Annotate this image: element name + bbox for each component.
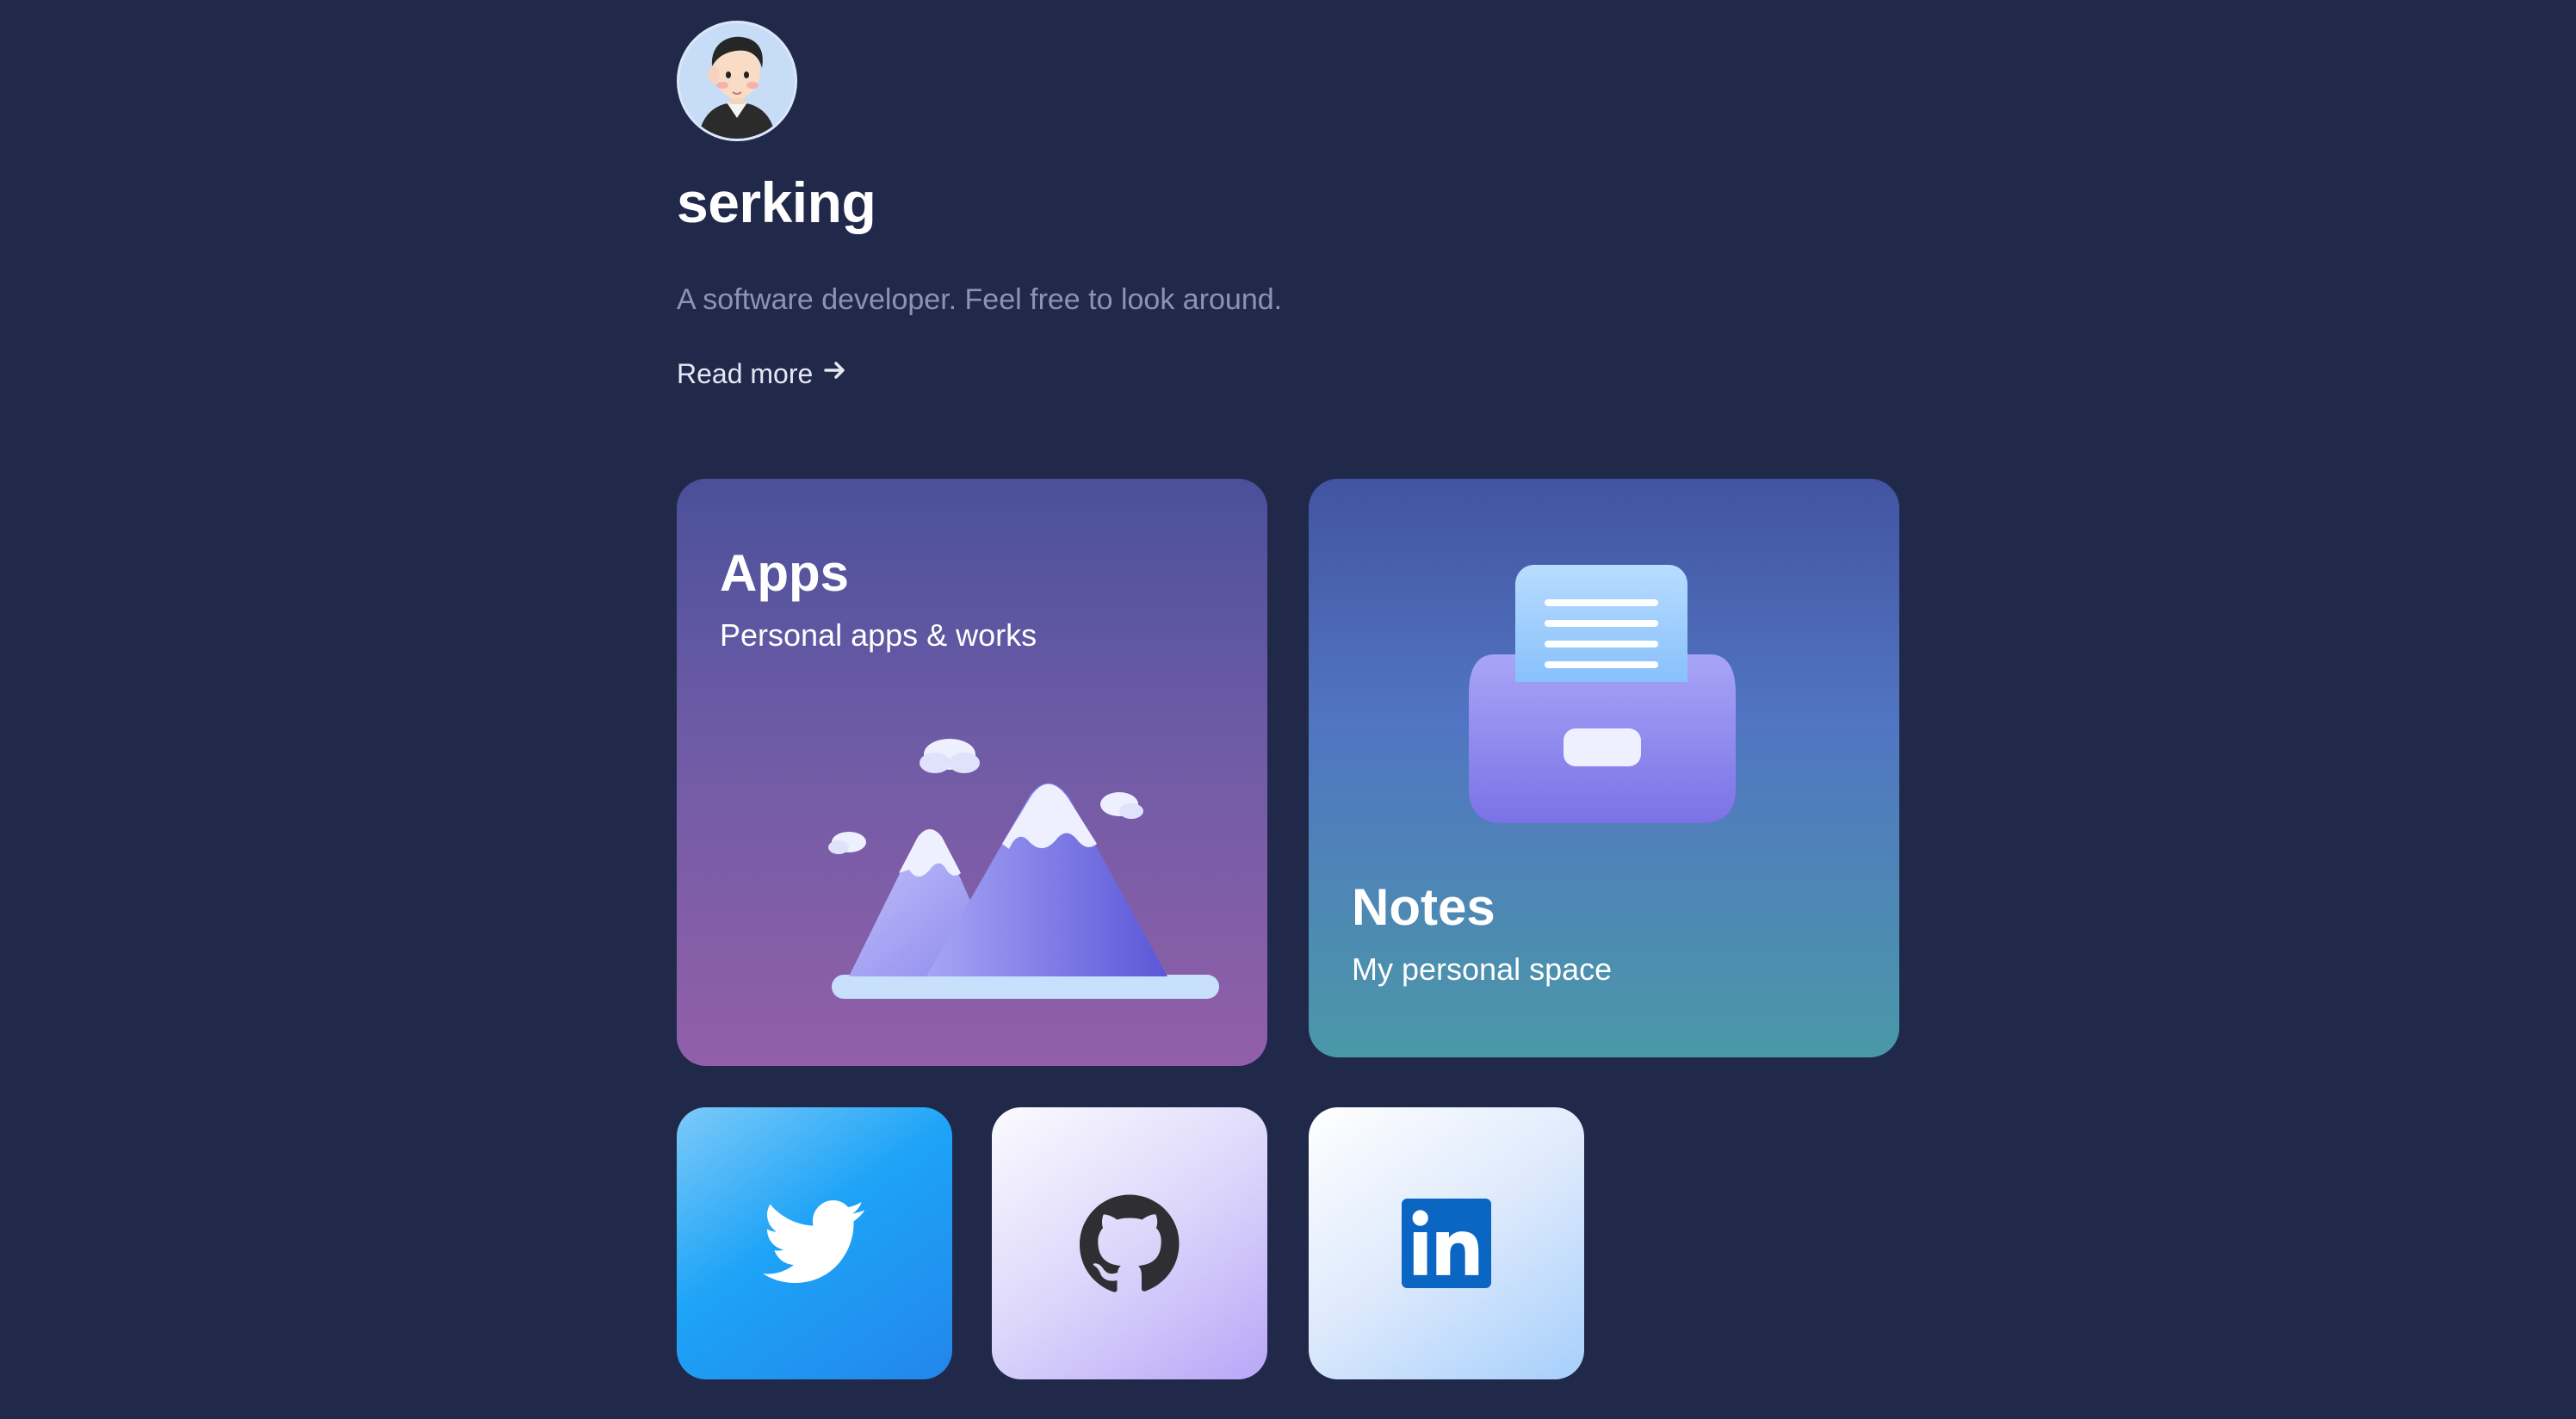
linkedin-logo-icon (1402, 1199, 1491, 1288)
page-subtitle: A software developer. Feel free to look … (677, 283, 1283, 316)
twitter-link[interactable] (677, 1107, 952, 1379)
profile-page: serking A software developer. Feel free … (677, 0, 1899, 1419)
arrow-right-icon (821, 356, 849, 391)
read-more-label: Read more (677, 358, 814, 389)
apps-card-description: Personal apps & works (720, 617, 1037, 653)
apps-card[interactable]: Apps Personal apps & works (677, 479, 1267, 1066)
linkedin-link[interactable] (1309, 1107, 1584, 1379)
apps-card-title: Apps (720, 544, 849, 602)
github-link[interactable] (992, 1107, 1267, 1379)
read-more-link[interactable]: Read more (677, 356, 849, 391)
notes-card[interactable]: Notes My personal space (1309, 479, 1899, 1057)
mountains-illustration-icon (828, 739, 1219, 999)
notes-card-title: Notes (1352, 878, 1495, 936)
notes-card-description: My personal space (1352, 951, 1613, 987)
twitter-bird-icon (763, 1200, 864, 1283)
file-drawer-illustration-icon (1469, 565, 1736, 823)
page-title: serking (677, 170, 876, 234)
avatar (677, 21, 797, 141)
github-octocat-icon (1080, 1194, 1180, 1292)
